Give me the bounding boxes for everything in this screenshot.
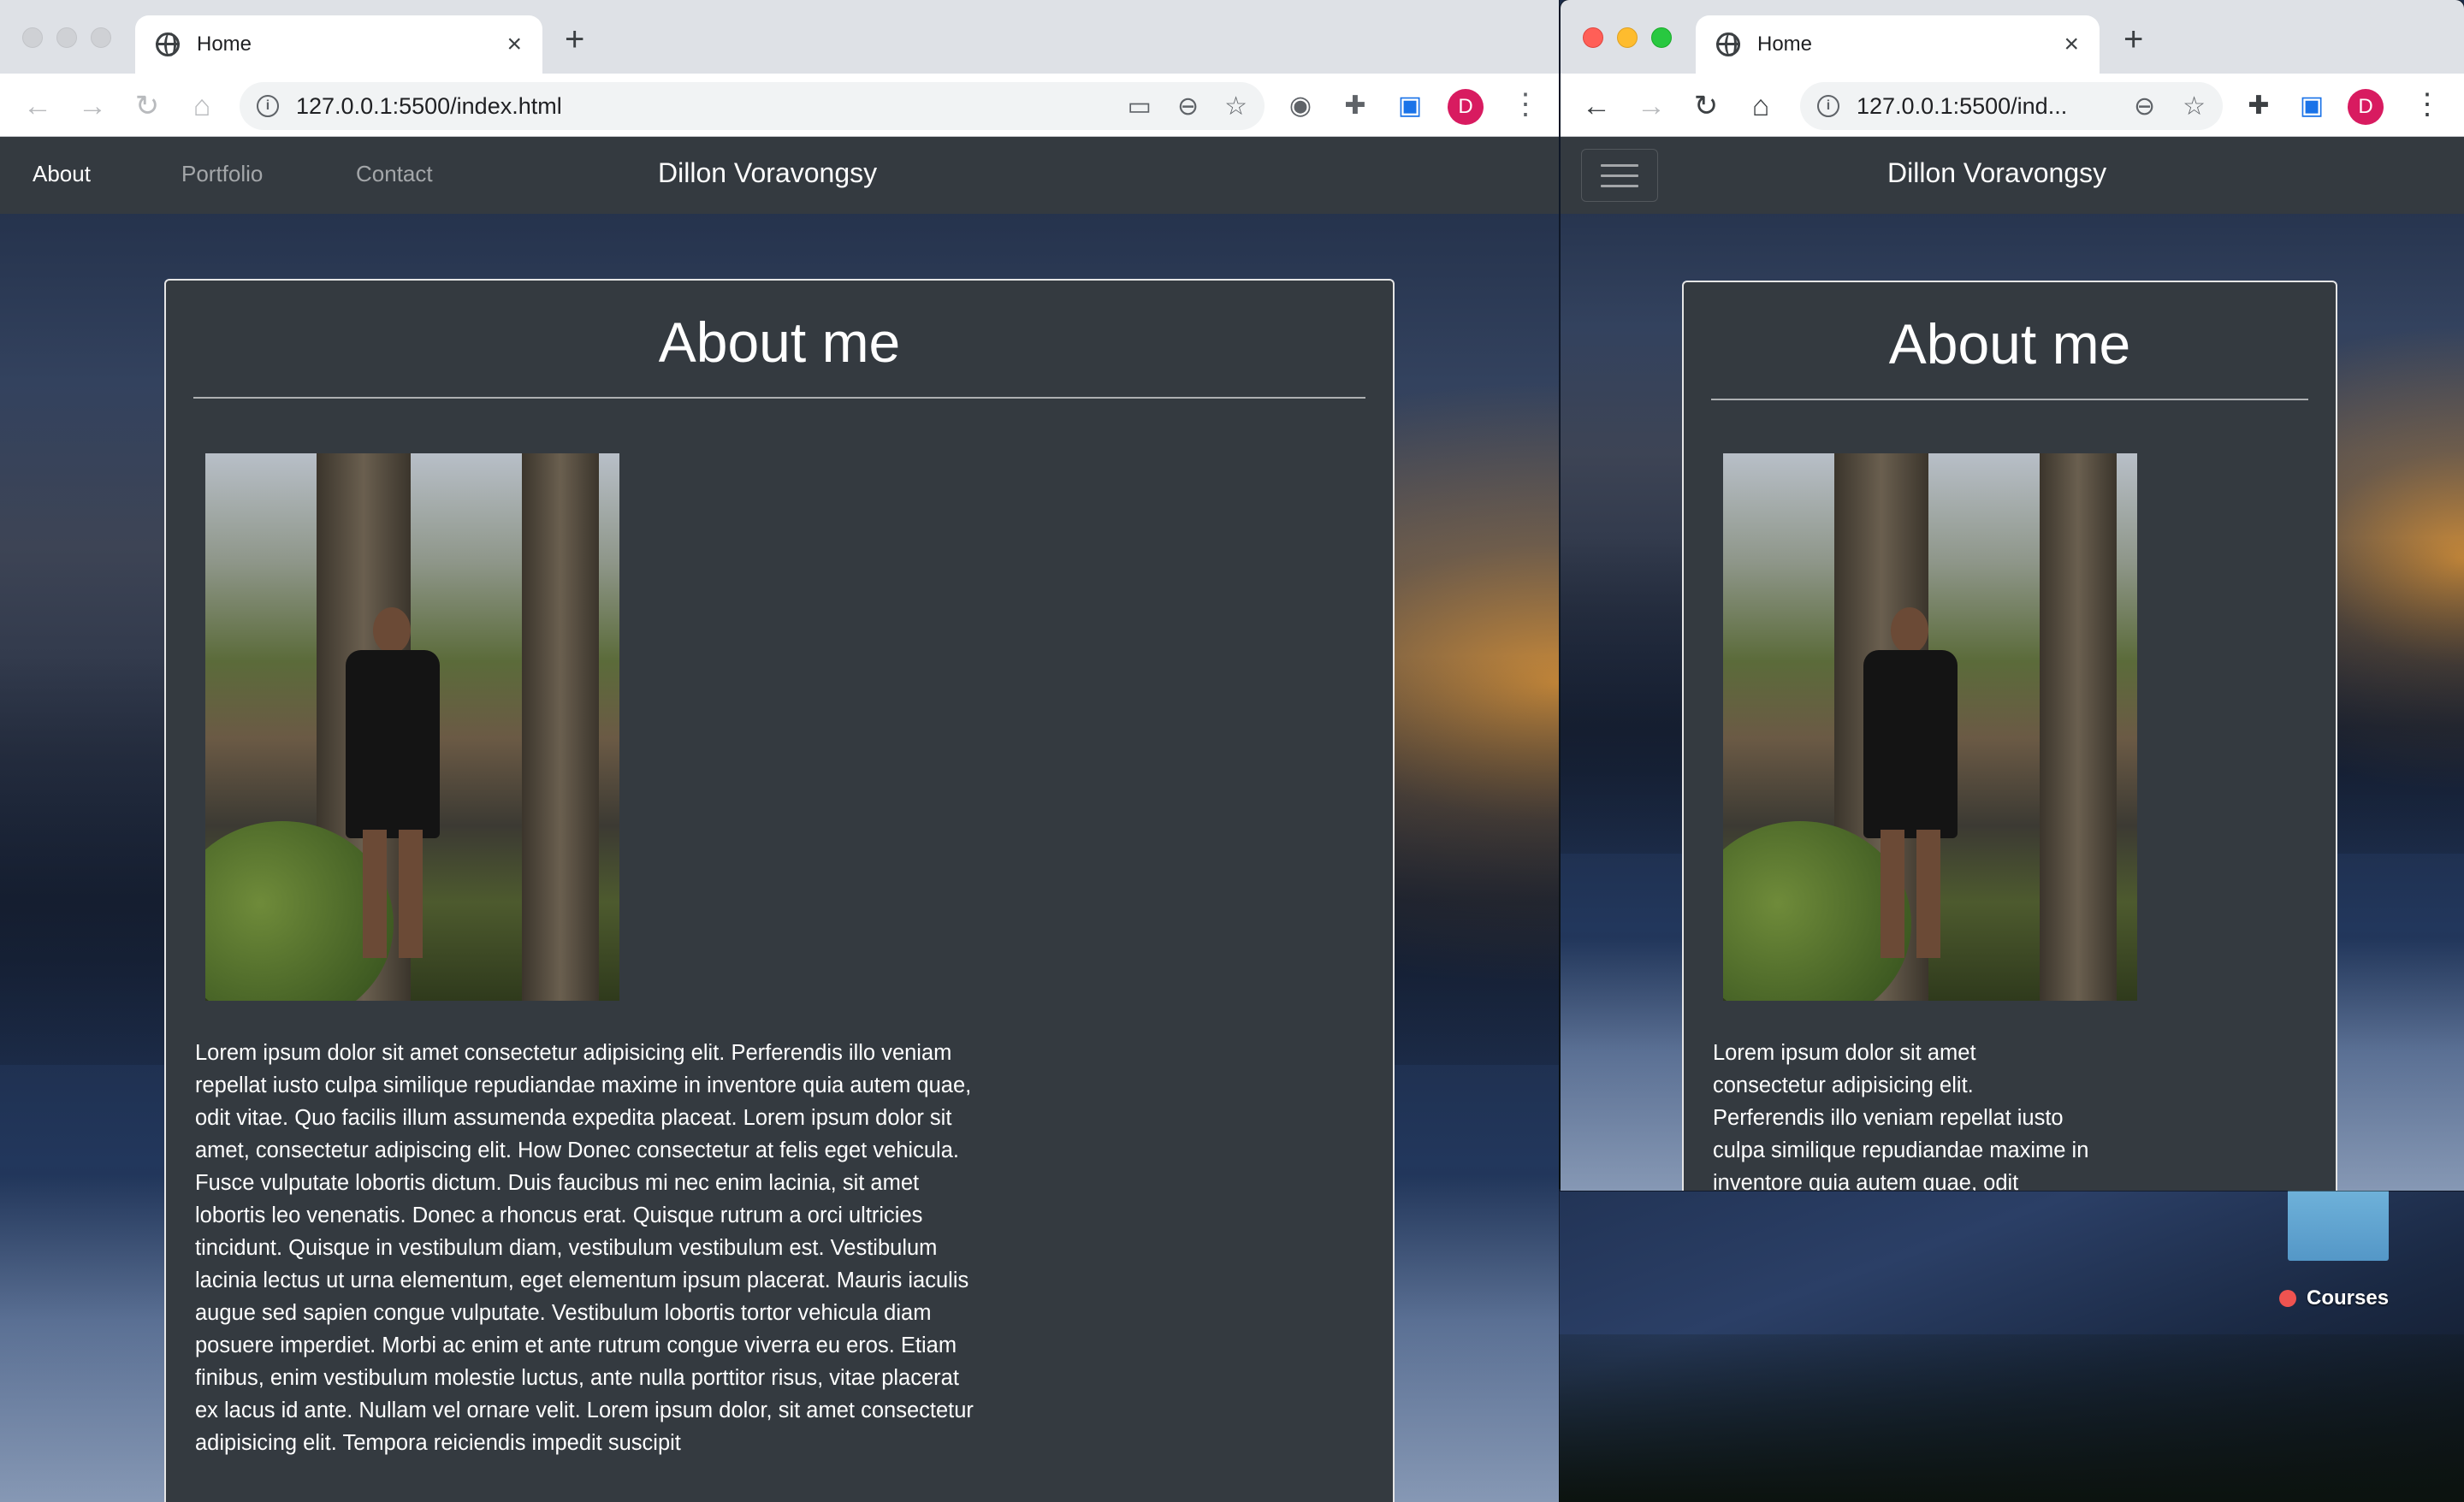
site-brand[interactable]: Dillon Voravongsy: [1887, 157, 2106, 189]
site-navbar: About Portfolio Contact Dillon Voravongs…: [0, 137, 1559, 214]
window-controls: [22, 27, 111, 48]
address-bar[interactable]: i 127.0.0.1:5500/index.html ▭ ⊖ ☆: [240, 82, 1265, 130]
new-tab-button[interactable]: +: [565, 22, 584, 56]
about-heading: About me: [658, 310, 901, 374]
address-bar[interactable]: i 127.0.0.1:5500/ind... ⊖ ☆: [1800, 82, 2223, 130]
about-body-text: Lorem ipsum dolor sit amet consectetur a…: [195, 1041, 974, 1455]
zoom-icon[interactable]: ⊖: [2134, 92, 2155, 121]
forward-arrow-icon[interactable]: →: [1634, 89, 1668, 123]
desktop-icon-text: Courses: [2307, 1286, 2390, 1310]
bookmark-star-icon[interactable]: ☆: [1224, 92, 1247, 121]
bookmark-star-icon[interactable]: ☆: [2183, 92, 2206, 121]
window-controls: [1583, 27, 1672, 48]
browser-tab[interactable]: Home ×: [135, 15, 542, 74]
tab-strip: Home × +: [1561, 0, 2464, 74]
cast-screen-icon[interactable]: ▭: [1128, 92, 1152, 121]
hamburger-menu-icon[interactable]: [1581, 149, 1658, 202]
close-window-button[interactable]: [1583, 27, 1603, 48]
minimize-window-button[interactable]: [1617, 27, 1638, 48]
back-arrow-icon[interactable]: ←: [21, 89, 55, 123]
tab-close-icon[interactable]: ×: [2064, 32, 2079, 57]
reload-icon[interactable]: ↻: [130, 89, 164, 123]
extensions-puzzle-icon[interactable]: ✚: [1340, 91, 1371, 121]
url-text: 127.0.0.1:5500/ind...: [1857, 92, 2068, 119]
nav-link-contact[interactable]: Contact: [356, 161, 433, 187]
tag-dot-icon: [2279, 1290, 2296, 1307]
site-info-icon[interactable]: i: [257, 95, 279, 117]
globe-icon: [1716, 33, 1740, 56]
zoom-icon[interactable]: ⊖: [1177, 92, 1199, 121]
nav-link-about[interactable]: About: [33, 161, 91, 187]
heading-divider: [1711, 399, 2308, 400]
about-card: About me Lorem ipsum dolor sit amet cons…: [1682, 281, 2337, 1191]
site-info-icon[interactable]: i: [1817, 95, 1839, 117]
forward-arrow-icon[interactable]: →: [75, 89, 110, 123]
page-viewport: Dillon Voravongsy About me Lorem ipsum d…: [1561, 137, 2464, 1191]
browser-toolbar: ← → ↻ ⌂ i 127.0.0.1:5500/index.html ▭ ⊖ …: [0, 74, 1559, 137]
profile-photo: [205, 453, 619, 1001]
browser-window-right: Home × + ← → ↻ ⌂ i 127.0.0.1:5500/ind...…: [1561, 0, 2464, 1191]
home-icon[interactable]: ⌂: [1744, 89, 1778, 123]
profile-avatar[interactable]: D: [1448, 89, 1484, 125]
back-arrow-icon[interactable]: ←: [1579, 89, 1614, 123]
tab-title: Home: [1757, 33, 1813, 56]
nav-link-portfolio[interactable]: Portfolio: [181, 161, 263, 187]
tab-strip: Home × +: [0, 0, 1559, 74]
about-body-text: Lorem ipsum dolor sit amet consectetur a…: [1713, 1041, 2089, 1191]
cast-icon[interactable]: ▣: [1395, 91, 1425, 121]
minimize-window-button[interactable]: [56, 27, 77, 48]
extensions-puzzle-icon[interactable]: ✚: [2243, 91, 2274, 121]
close-window-button[interactable]: [22, 27, 43, 48]
tab-title: Home: [197, 33, 252, 56]
desktop-wallpaper-trees: [1559, 1334, 2464, 1502]
tab-close-icon[interactable]: ×: [506, 32, 522, 57]
reload-icon[interactable]: ↻: [1689, 89, 1723, 123]
menu-kebab-icon[interactable]: ⋮: [2413, 89, 2442, 123]
page-viewport: About Portfolio Contact Dillon Voravongs…: [0, 137, 1559, 1502]
about-heading: About me: [1888, 312, 2131, 376]
heading-divider: [193, 397, 1365, 399]
new-tab-button[interactable]: +: [2123, 22, 2143, 56]
browser-toolbar: ← → ↻ ⌂ i 127.0.0.1:5500/ind... ⊖ ☆ ✚ ▣ …: [1561, 74, 2464, 137]
browser-tab[interactable]: Home ×: [1696, 15, 2100, 74]
globe-icon: [156, 33, 180, 56]
url-text: 127.0.0.1:5500/index.html: [296, 92, 562, 119]
menu-kebab-icon[interactable]: ⋮: [1511, 89, 1540, 123]
cast-icon[interactable]: ▣: [2296, 91, 2327, 121]
site-navbar: Dillon Voravongsy: [1561, 137, 2464, 214]
folder-icon[interactable]: [2288, 1189, 2389, 1261]
site-brand[interactable]: Dillon Voravongsy: [658, 157, 877, 189]
profile-photo: [1723, 453, 2137, 1001]
maximize-window-button[interactable]: [1651, 27, 1672, 48]
browser-window-left: Home × + ← → ↻ ⌂ i 127.0.0.1:5500/index.…: [0, 0, 1559, 1502]
profile-avatar[interactable]: D: [2348, 89, 2384, 125]
desktop-icon-label[interactable]: Courses: [2279, 1286, 2389, 1310]
home-icon[interactable]: ⌂: [185, 89, 219, 123]
maximize-window-button[interactable]: [91, 27, 111, 48]
extension-circle-icon[interactable]: ◉: [1285, 91, 1316, 121]
about-card: About me Lorem ipsum dolor sit amet cons…: [164, 279, 1395, 1502]
